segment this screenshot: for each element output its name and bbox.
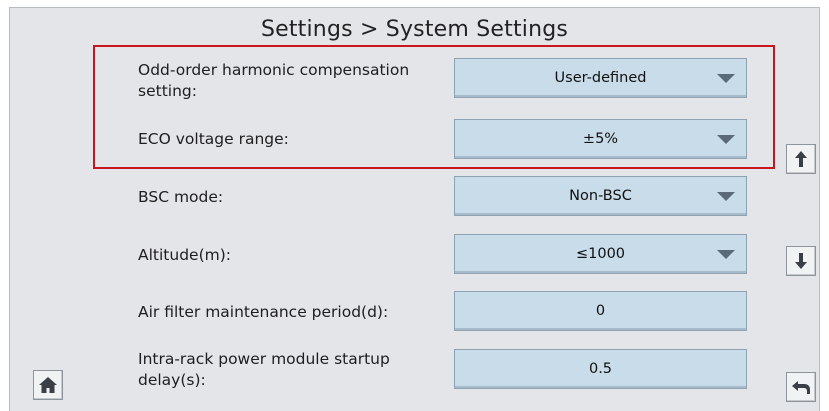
page-title: Settings > System Settings [260, 17, 569, 42]
home-button[interactable] [33, 370, 63, 400]
down-arrow-icon [795, 253, 807, 269]
chevron-down-icon [717, 192, 735, 201]
bsc-mode-label: BSC mode: [138, 188, 224, 206]
back-arrow-icon [792, 381, 810, 394]
air-filter-period-input[interactable]: 0 [454, 291, 747, 331]
back-button[interactable] [786, 372, 816, 402]
air-filter-period-value: 0 [595, 303, 606, 319]
bsc-mode-value: Non-BSC [569, 188, 632, 204]
air-filter-period-label: Air filter maintenance period(d): [138, 303, 389, 321]
scroll-down-button[interactable] [786, 246, 816, 276]
chevron-down-icon [717, 250, 735, 259]
startup-delay-label: Intra-rack power module startup delay(s)… [138, 350, 390, 389]
home-icon [39, 377, 57, 393]
up-arrow-icon [795, 151, 807, 167]
altitude-dropdown[interactable]: ≤1000 [454, 234, 747, 274]
startup-delay-input[interactable]: 0.5 [454, 349, 747, 389]
startup-delay-value: 0.5 [588, 361, 613, 377]
highlight-box [93, 45, 775, 169]
altitude-value: ≤1000 [575, 246, 626, 262]
scroll-up-button[interactable] [786, 144, 816, 174]
bsc-mode-dropdown[interactable]: Non-BSC [454, 176, 747, 216]
altitude-label: Altitude(m): [138, 246, 231, 264]
